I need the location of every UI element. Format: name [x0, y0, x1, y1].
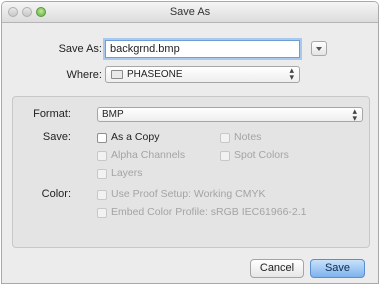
where-label: Where: [66, 69, 102, 81]
notes-label: Notes [234, 131, 262, 143]
window-title: Save As [169, 6, 211, 18]
save-as-dialog: Save As Save As: backgrnd.bmp Where: PHA… [1, 1, 379, 284]
save-as-label: Save As: [58, 43, 102, 55]
format-value: BMP [102, 109, 124, 120]
expand-icon [316, 47, 322, 51]
filename-value: backgrnd.bmp [110, 43, 180, 55]
format-label: Format: [33, 108, 71, 120]
color-label: Color: [41, 188, 71, 200]
embed-color-profile-label: Embed Color Profile: sRGB IEC61966-2.1 [111, 206, 307, 218]
format-popup[interactable]: BMP ▴ ▾ [97, 106, 363, 123]
embed-color-profile-checkbox[interactable] [97, 208, 107, 218]
filename-input[interactable]: backgrnd.bmp [105, 40, 300, 58]
as-a-copy-label: As a Copy [111, 131, 160, 143]
cancel-button[interactable]: Cancel [250, 259, 304, 278]
where-popup[interactable]: PHASEONE ▴ ▾ [105, 66, 300, 83]
alpha-channels-label: Alpha Channels [111, 149, 186, 161]
popup-arrows-icon: ▴ ▾ [352, 106, 357, 123]
layers-checkbox[interactable] [97, 169, 107, 179]
use-proof-setup-label: Use Proof Setup: Working CMYK [111, 188, 266, 200]
notes-checkbox[interactable] [220, 133, 230, 143]
folder-icon [111, 70, 123, 79]
save-button[interactable]: Save [310, 259, 365, 278]
as-a-copy-checkbox[interactable] [97, 133, 107, 143]
save-options-label: Save: [42, 131, 71, 143]
expand-button[interactable] [311, 41, 327, 56]
spot-colors-label: Spot Colors [234, 149, 289, 161]
where-value: PHASEONE [127, 69, 183, 80]
use-proof-setup-checkbox[interactable] [97, 190, 107, 200]
alpha-channels-checkbox[interactable] [97, 151, 107, 161]
title-bar: Save As [2, 2, 378, 23]
format-options-panel: Format: BMP ▴ ▾ Save: As a Copy Notes Alp… [12, 96, 370, 248]
popup-arrows-icon: ▴ ▾ [289, 65, 294, 82]
spot-colors-checkbox[interactable] [220, 151, 230, 161]
layers-label: Layers [111, 167, 143, 179]
